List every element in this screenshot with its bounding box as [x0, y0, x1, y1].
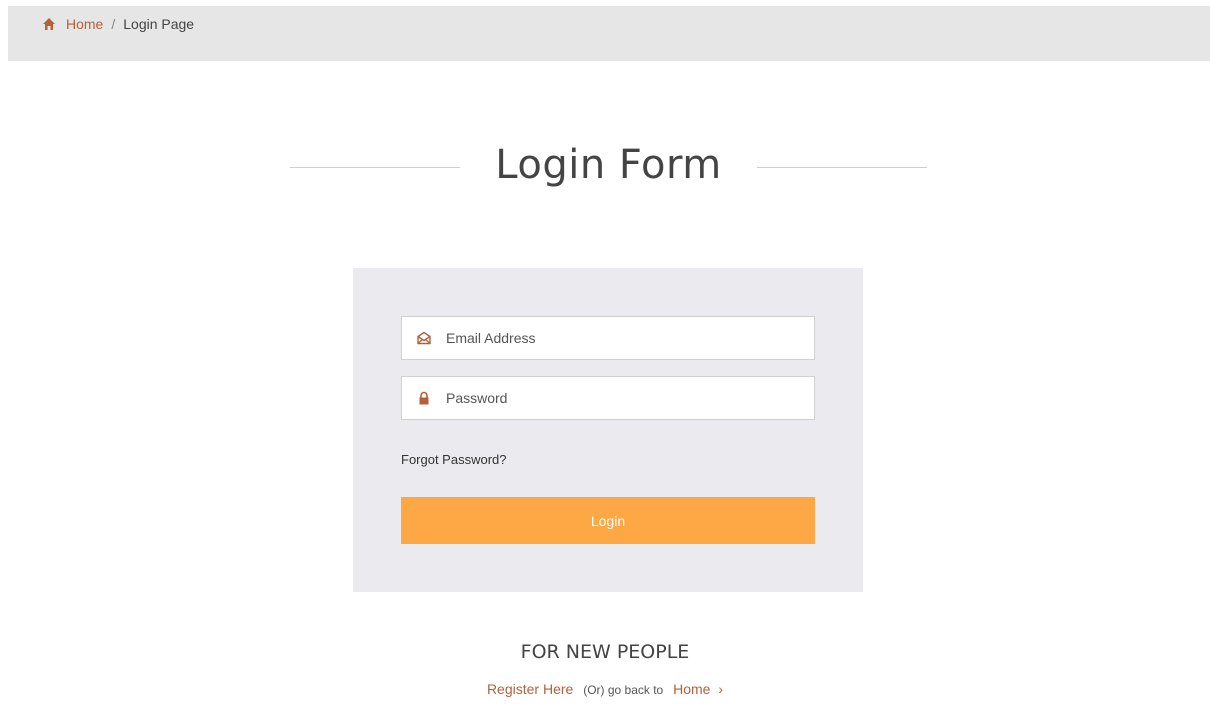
- breadcrumb-current: Login Page: [123, 16, 195, 32]
- login-panel: Forgot Password? Login: [353, 268, 863, 592]
- breadcrumb: Home / Login Page: [8, 6, 1210, 61]
- register-link[interactable]: Register Here: [487, 681, 573, 697]
- breadcrumb-home-link[interactable]: Home: [66, 16, 103, 32]
- email-input[interactable]: [446, 330, 796, 346]
- lock-icon: [417, 391, 431, 405]
- title-divider-left: [290, 167, 460, 168]
- password-input[interactable]: [446, 390, 796, 406]
- home-link[interactable]: Home: [673, 681, 710, 697]
- envelope-icon: [417, 331, 431, 345]
- register-row: Register Here (Or) go back to Home ›: [0, 681, 1210, 697]
- home-icon[interactable]: [42, 17, 56, 31]
- forgot-password-link[interactable]: Forgot Password?: [401, 452, 507, 467]
- breadcrumb-separator: /: [111, 16, 116, 32]
- title-divider-right: [757, 167, 927, 168]
- go-back-text: (Or) go back to: [583, 683, 664, 697]
- title-row: Login Form: [0, 140, 1210, 200]
- chevron-right-icon[interactable]: ›: [718, 681, 723, 697]
- new-people-heading: FOR NEW PEOPLE: [520, 641, 690, 663]
- login-button[interactable]: Login: [401, 497, 815, 544]
- page-title: Login Form: [495, 142, 722, 188]
- password-field[interactable]: [401, 376, 815, 420]
- email-field[interactable]: [401, 316, 815, 360]
